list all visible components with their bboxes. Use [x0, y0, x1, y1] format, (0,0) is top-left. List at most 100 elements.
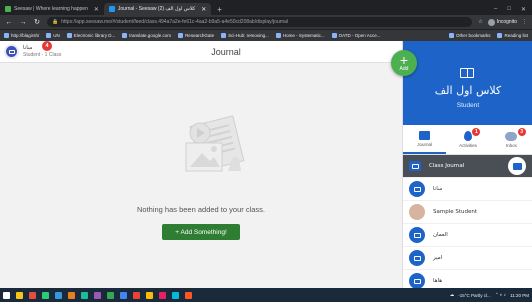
bookmark-item[interactable]: OATD - Open Acce...	[331, 33, 381, 38]
list-item-label: هاها	[433, 278, 443, 284]
tray-icons[interactable]: ⌃ ◐ ♪	[495, 292, 506, 298]
taskbar-app-icon[interactable]	[16, 291, 23, 299]
bookmark-item[interactable]: UN	[46, 33, 60, 38]
journal-icon	[419, 130, 431, 140]
taskbar-app-icon[interactable]	[185, 291, 192, 299]
class-icon	[413, 186, 421, 192]
bookmark-icon	[46, 33, 52, 38]
url-input[interactable]: 🔒 https://app.seesaw.me/#/student/feed/c…	[47, 17, 473, 27]
close-tab-icon[interactable]: ✕	[201, 6, 206, 13]
weather-icon[interactable]: ☁	[450, 292, 455, 298]
weather-text[interactable]: -15°C Partly cl...	[458, 293, 491, 298]
class-icon	[413, 255, 421, 261]
bookmark-label: translate.google.com	[129, 33, 172, 38]
bookmarks-right: Other bookmarks Reading list	[448, 33, 528, 38]
tab-journal[interactable]: Journal	[403, 125, 447, 154]
address-bar-row: ← → ↻ 🔒 https://app.seesaw.me/#/student/…	[0, 15, 532, 29]
tab-inbox[interactable]: Inbox 3	[490, 125, 532, 154]
back-arrow-icon[interactable]: ←	[5, 19, 13, 26]
add-fab-button[interactable]: + Add	[391, 50, 417, 76]
student-avatar-icon	[409, 273, 425, 288]
bookmark-icon	[178, 33, 184, 38]
taskbar-app-icon[interactable]	[133, 291, 140, 299]
menu-kebab-icon[interactable]: ⋮	[522, 19, 527, 25]
empty-state-message: Nothing has been added to your class.	[136, 205, 265, 214]
bookmark-star-icon[interactable]: ☆	[478, 19, 482, 25]
close-tab-icon[interactable]: ✕	[94, 6, 99, 13]
close-window-icon[interactable]: ✕	[521, 6, 526, 13]
lock-icon: 🔒	[52, 19, 59, 25]
activities-badge: 1	[472, 128, 481, 136]
inbox-badge: 3	[517, 128, 526, 136]
clock[interactable]: 11:20 PM	[510, 293, 529, 298]
bookmark-item[interactable]: Electronic library D...	[66, 33, 115, 38]
bookmark-item[interactable]: ResearchGate	[178, 33, 214, 38]
taskbar-app-icon[interactable]	[107, 291, 114, 299]
plus-icon: +	[399, 52, 409, 68]
incognito-indicator[interactable]: Incognito	[487, 18, 517, 26]
bookmark-item[interactable]: http://blagirsh/	[4, 33, 39, 38]
taskbar-app-icon[interactable]	[29, 291, 36, 299]
class-icon	[413, 278, 421, 284]
windows-start-icon[interactable]	[3, 291, 10, 299]
new-tab-button[interactable]: +	[211, 3, 228, 15]
browser-tab-journal[interactable]: Journal - Seesaw كلاس اول الف (2) ✕	[103, 3, 212, 15]
incognito-label: Incognito	[496, 19, 517, 25]
folder-icon	[448, 33, 454, 38]
reading-list[interactable]: Reading list	[497, 33, 528, 38]
bookmark-icon	[221, 33, 227, 38]
incognito-icon	[487, 18, 495, 26]
class-role: Student	[456, 102, 480, 109]
list-item-student[interactable]: امیر	[403, 247, 532, 270]
class-member-list: Class Journal سانا Sample Student العمان	[403, 155, 532, 288]
bookmark-label: ResearchGate	[185, 33, 215, 38]
add-something-button[interactable]: + Add Something!	[162, 224, 240, 240]
taskbar-app-icon[interactable]	[120, 291, 127, 299]
taskbar-app-icon[interactable]	[42, 291, 49, 299]
browser-actions: ☆ Incognito ⋮	[478, 18, 527, 26]
browser-tab-seesaw[interactable]: Seesaw | Where learning happen ✕	[0, 3, 104, 15]
student-avatar-icon	[409, 250, 425, 266]
student-face-avatar-icon	[409, 204, 425, 220]
bookmark-icon	[66, 33, 72, 38]
forward-arrow-icon[interactable]: →	[19, 19, 27, 26]
list-item-label: Class Journal	[429, 163, 465, 169]
list-item-student[interactable]: Sample Student	[403, 201, 532, 224]
maximize-icon[interactable]: □	[507, 6, 511, 12]
list-item-label: امیر	[433, 255, 443, 261]
taskbar-app-icon[interactable]	[81, 291, 88, 299]
bookmark-label: OATD - Open Acce...	[338, 33, 381, 38]
page-title: Journal	[211, 47, 241, 57]
folders-button[interactable]	[508, 157, 526, 175]
bookmark-label: UN	[53, 33, 60, 38]
class-icon	[411, 163, 419, 169]
os-taskbar: ☁ -15°C Partly cl... ⌃ ◐ ♪ 11:20 PM	[0, 288, 532, 302]
bookmark-label: Home - Systematic...	[282, 33, 325, 38]
list-item-class-journal[interactable]: Class Journal	[403, 155, 532, 178]
list-item-student[interactable]: هاها	[403, 270, 532, 288]
reload-icon[interactable]: ↻	[33, 18, 41, 26]
taskbar-app-icon[interactable]	[172, 291, 179, 299]
tab-label: Inbox	[505, 142, 517, 148]
other-bookmarks[interactable]: Other bookmarks	[448, 33, 490, 38]
url-text: https://app.seesaw.me/#/student/feed/cla…	[61, 19, 289, 25]
bookmark-item[interactable]: Sci-Hub: removing...	[221, 33, 269, 38]
taskbar-app-icon[interactable]	[146, 291, 153, 299]
taskbar-app-icon[interactable]	[94, 291, 101, 299]
panel-tabs: Journal Activities 1 Inbox 3	[403, 125, 532, 155]
bookmarks-bar: http://blagirsh/ UN Electronic library D…	[0, 29, 532, 41]
bookmark-item[interactable]: translate.google.com	[122, 33, 171, 38]
minimize-icon[interactable]: ‒	[494, 6, 497, 12]
taskbar-app-icon[interactable]	[159, 291, 166, 299]
taskbar-apps	[3, 291, 192, 299]
taskbar-app-icon[interactable]	[68, 291, 75, 299]
list-item-label: Sample Student	[433, 209, 478, 215]
bookmark-item[interactable]: Home - Systematic...	[275, 33, 325, 38]
list-item-student[interactable]: العمان	[403, 224, 532, 247]
activities-icon	[463, 131, 472, 141]
tab-activities[interactable]: Activities 1	[446, 125, 489, 154]
class-name: كلاس اول الف	[434, 84, 502, 97]
bookmark-icon	[331, 33, 337, 38]
taskbar-app-icon[interactable]	[55, 291, 62, 299]
list-item-student[interactable]: سانا	[403, 178, 532, 201]
